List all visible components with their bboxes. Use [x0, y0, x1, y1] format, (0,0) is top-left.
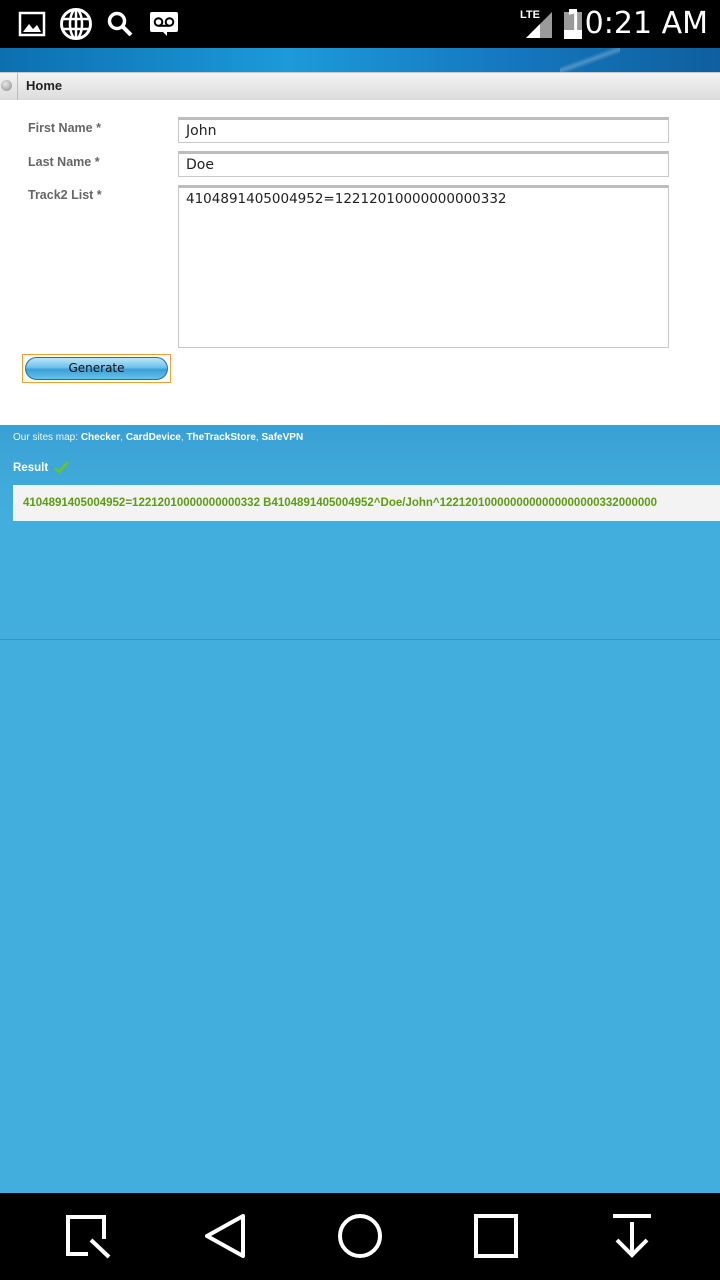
checkmark-icon: [54, 461, 70, 474]
tab-divider: [17, 73, 18, 100]
section-divider: [0, 639, 720, 640]
first-name-field[interactable]: John: [178, 117, 669, 143]
globe-icon: [58, 8, 94, 40]
site-link-thetrackstore[interactable]: TheTrackStore: [186, 432, 255, 443]
navigation-bar: [0, 1193, 720, 1280]
tab-home[interactable]: Home: [26, 78, 62, 93]
generate-button[interactable]: Generate: [25, 357, 168, 380]
generator-form: First Name * John Last Name * Doe Track2…: [0, 100, 720, 425]
tab-bar: Home: [0, 72, 720, 101]
sites-map-prefix: Our sites map:: [13, 432, 81, 443]
lte-signal-icon: LTE: [520, 8, 554, 40]
voicemail-icon: [148, 8, 180, 40]
home-icon[interactable]: [335, 1211, 385, 1261]
last-name-field[interactable]: Doe: [178, 151, 669, 177]
first-name-label: First Name *: [28, 121, 101, 135]
search-icon: [104, 8, 136, 40]
site-link-safevpn[interactable]: SafeVPN: [261, 432, 303, 443]
status-bar: LTE 10:21 AM: [0, 0, 720, 48]
tab-indicator-icon: [1, 80, 12, 91]
site-link-carddevice[interactable]: CardDevice: [126, 432, 181, 443]
recents-search-icon[interactable]: [63, 1211, 113, 1261]
generate-button-focus: Generate: [22, 354, 171, 383]
overview-icon[interactable]: [471, 1211, 521, 1261]
result-label: Result: [13, 461, 49, 474]
header-banner: [0, 48, 720, 72]
status-time: 10:21 AM: [565, 6, 708, 41]
gallery-icon: [16, 8, 48, 40]
result-heading: Result: [13, 461, 70, 474]
result-section: [0, 425, 720, 639]
result-output: 4104891405004952=12212010000000000332 B4…: [13, 485, 720, 521]
sites-map: Our sites map: Checker, CardDevice, TheT…: [13, 432, 304, 443]
back-icon[interactable]: [200, 1211, 250, 1261]
track2-list-label: Track2 List *: [28, 188, 102, 202]
download-icon[interactable]: [607, 1211, 657, 1261]
last-name-label: Last Name *: [28, 155, 100, 169]
track2-list-textarea[interactable]: 4104891405004952=12212010000000000332: [178, 185, 669, 348]
site-link-checker[interactable]: Checker: [81, 432, 120, 443]
